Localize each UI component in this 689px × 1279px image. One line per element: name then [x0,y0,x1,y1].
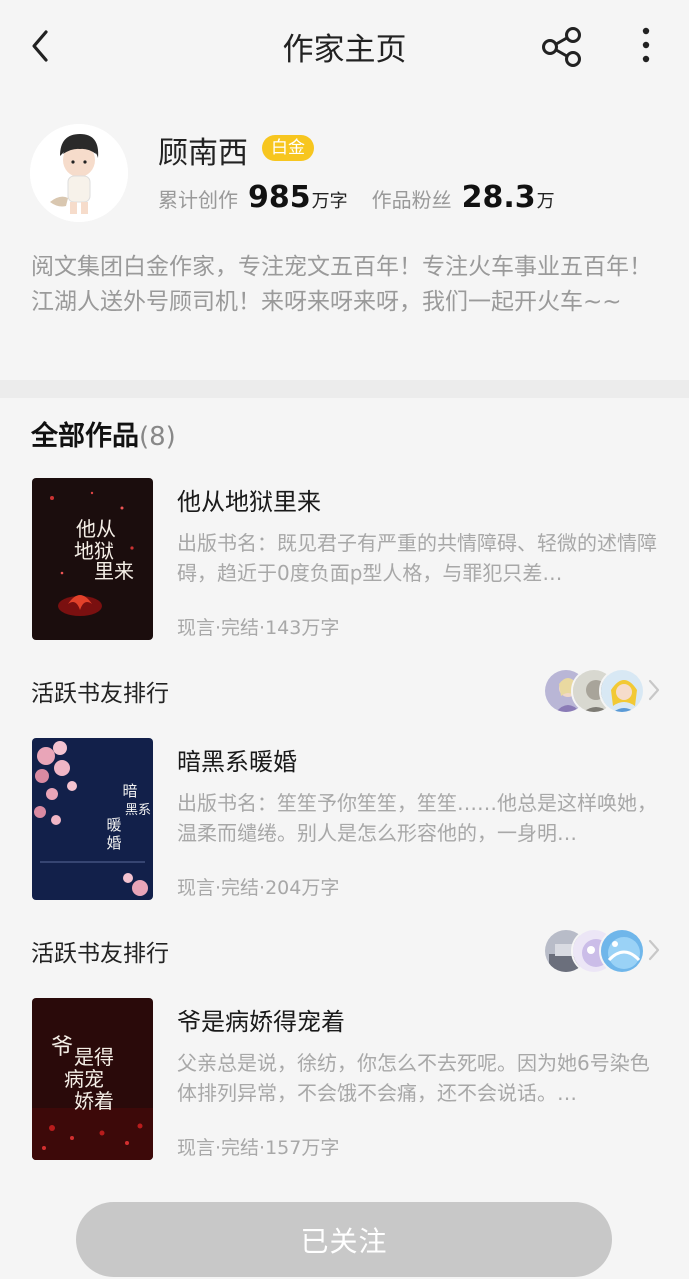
stat-label-words: 累计创作 [158,188,238,212]
works-count: (8) [139,422,176,452]
chevron-right-icon [648,679,660,701]
platinum-badge: 白金 [262,135,314,161]
stat-label-fans: 作品粉丝 [371,188,452,212]
more-options-icon[interactable] [632,26,660,66]
reader-rank-row[interactable]: 活跃书友排行 [0,664,689,720]
reader-rank-row[interactable]: 活跃书友排行 [0,924,689,980]
page-title: 作家主页 [282,32,407,68]
follow-button[interactable]: 已关注 [76,1202,612,1277]
reader-avatars [543,928,645,976]
cover-title-line1: 暗 [122,782,137,800]
book-title: 他从地狱里来 [177,488,321,516]
author-stats: 累计创作 985 万字 作品粉丝 28.3 万 [158,180,555,220]
cover-title-line1: 他从 [76,517,116,541]
cover-title-line3: 病宠 [64,1067,104,1091]
reader-avatars [543,668,645,716]
book-title: 暗黑系暖婚 [177,748,297,776]
cover-title-line4: 娇着 [74,1089,114,1113]
share-icon[interactable] [540,26,584,68]
book-item[interactable]: 爷 是得 病宠 娇着 爷是病娇得宠着 父亲总是说，徐纺，你怎么不去死呢。因为她6… [0,998,689,1164]
author-name: 顾南西 [158,136,248,171]
stat-unit-fans: 万 [536,191,555,212]
book-description: 父亲总是说，徐纺，你怎么不去死呢。因为她6号染色体排列异常，不会饿不会痛，还不会… [177,1051,650,1105]
book-title: 爷是病娇得宠着 [177,1008,345,1036]
book-meta: 现言·完结·157万字 [177,1137,340,1159]
reader-avatar [599,668,645,714]
cover-title-line4: 婚 [106,834,121,852]
reader-avatar [599,928,645,974]
stat-unit-words: 万字 [311,191,348,212]
top-bar: 作家主页 [0,0,689,92]
cover-title-line1: 爷 [51,1035,73,1060]
author-bio: 阅文集团白金作家，专注宠文五百年！专注火车事业五百年！江湖人送外号顾司机！来呀来… [31,254,652,315]
book-item[interactable]: 他从 地狱 里来 他从地狱里来 出版书名：既见君子有严重的共情障碍、轻微的述情障… [0,478,689,644]
cover-title-line2: 是得 [74,1045,114,1069]
cover-title-line3: 暖 [106,816,121,834]
stat-value-fans: 28.3 [461,180,536,215]
book-cover[interactable]: 暗 黑系 暖 婚 [32,738,153,900]
book-cover[interactable]: 他从 地狱 里来 [32,478,153,640]
rank-label: 活跃书友排行 [31,681,169,707]
book-item[interactable]: 暗 黑系 暖 婚 暗黑系暖婚 出版书名：笙笙予你笙笙，笙笙……他总是这样唤她，温… [0,738,689,904]
all-works-title: 全部作品 [31,421,139,452]
section-divider [0,380,689,398]
rank-label: 活跃书友排行 [31,941,169,967]
all-works-heading: 全部作品(8) [31,414,176,453]
author-avatar[interactable] [30,124,128,222]
stat-value-words: 985 [248,180,311,215]
cover-title-line2: 黑系 [125,803,151,818]
book-meta: 现言·完结·204万字 [177,877,340,899]
chevron-right-icon [648,939,660,961]
cover-title-line3: 里来 [94,559,134,583]
book-description: 出版书名：既见君子有严重的共情障碍、轻微的述情障碍，趋近于0度负面p型人格，与罪… [177,531,657,585]
book-cover[interactable]: 爷 是得 病宠 娇着 [32,998,153,1160]
book-description: 出版书名：笙笙予你笙笙，笙笙……他总是这样唤她，温柔而缱绻。别人是怎么形容他的，… [177,791,657,845]
book-meta: 现言·完结·143万字 [177,617,340,639]
